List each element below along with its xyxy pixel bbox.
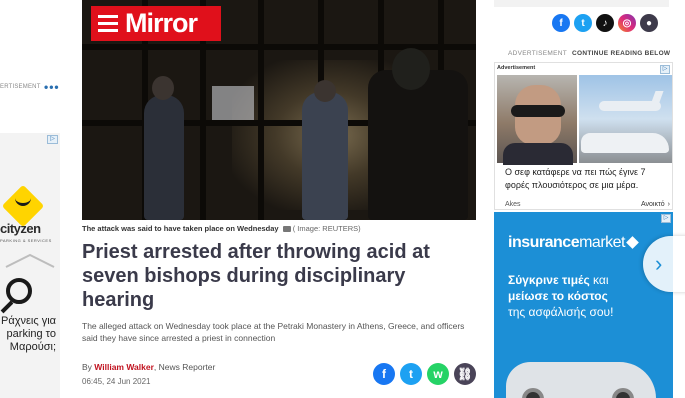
chevron-up-icon — [5, 253, 55, 268]
ad-photo-man — [497, 75, 577, 165]
author-link[interactable]: William Walker — [94, 362, 154, 372]
left-ad-text: Ράχνεις για parking το Μαρούσι; — [1, 315, 56, 353]
camera-icon — [282, 226, 291, 233]
facebook-icon[interactable]: f — [552, 14, 570, 32]
article-headline: Priest arrested after throwing acid at s… — [82, 241, 430, 311]
left-advert[interactable]: ▷ cityzen PARKING & SERVICES Ράχνεις για… — [0, 133, 60, 398]
ad-open-button[interactable]: Ανοικτό › — [641, 201, 670, 208]
share-whatsapp-icon[interactable]: w — [427, 363, 449, 385]
cityzen-tagline: PARKING & SERVICES — [0, 238, 52, 243]
author-role: , News Reporter — [153, 362, 216, 372]
image-caption: The attack was said to have taken place … — [82, 224, 361, 233]
chevron-right-icon: › — [667, 201, 670, 208]
social-links: f t ♪ ◎ ● — [552, 14, 658, 32]
advertisement-label: Advertisement — [497, 65, 536, 71]
ad-footer: Akes Ανοικτό › — [505, 201, 670, 208]
left-rail: ERTISEMENT ••• ▷ cityzen PARKING & SERVI… — [0, 0, 62, 398]
menu-icon[interactable] — [91, 6, 125, 41]
ad-header: ADVERTISEMENT CONTINUE READING BELOW — [508, 50, 671, 57]
right-rail: f t ♪ ◎ ● ADVERTISEMENT CONTINUE READING … — [494, 0, 685, 398]
magnifier-handle-icon — [0, 300, 14, 314]
insurance-tagline: Σύγκρινε τιμές και μείωσε το κόστος της … — [508, 273, 614, 319]
share-twitter-icon[interactable]: t — [400, 363, 422, 385]
ad-choices-icon[interactable]: ▷ — [47, 135, 58, 144]
left-ad-label: ERTISEMENT — [0, 84, 41, 90]
advert-insurancemarket[interactable]: ▷ insurancemarket Σύγκρινε τιμές και μεί… — [494, 212, 673, 398]
ad-headline[interactable]: Ο σεφ κατάφερε να πει πώς έγινε 7 φορές … — [505, 166, 670, 192]
article-page: ERTISEMENT ••• ▷ cityzen PARKING & SERVI… — [0, 0, 685, 398]
more-options-icon[interactable]: ••• — [44, 80, 60, 94]
continue-reading-link[interactable]: CONTINUE READING BELOW — [572, 50, 670, 57]
ad-source: Akes — [505, 201, 521, 208]
heart-icon — [626, 236, 639, 250]
share-bar: f t w ⛓ — [373, 363, 476, 385]
share-facebook-icon[interactable]: f — [373, 363, 395, 385]
article-hero-image[interactable]: Mirror — [82, 0, 476, 220]
article-standfirst: The alleged attack on Wednesday took pla… — [82, 321, 465, 343]
twitter-icon[interactable]: t — [574, 14, 592, 32]
image-credit: ( Image: REUTERS) — [292, 224, 361, 233]
ad-choices-icon[interactable]: ▷ — [661, 214, 671, 223]
tiktok-icon[interactable]: ♪ — [596, 14, 614, 32]
site-logo[interactable]: Mirror — [125, 8, 198, 39]
insurancemarket-logo: insurancemarket — [508, 234, 639, 252]
instagram-icon[interactable]: ◎ — [618, 14, 636, 32]
byline: By William Walker, News Reporter — [82, 362, 216, 372]
copy-link-icon[interactable]: ⛓ — [454, 363, 476, 385]
site-header: Mirror — [91, 6, 221, 41]
cityzen-wordmark: cityzen — [0, 221, 41, 236]
ad-photo-jet-car — [579, 75, 672, 163]
account-icon[interactable]: ● — [640, 14, 658, 32]
ad-choices-icon[interactable]: ▷ — [660, 65, 670, 74]
advert-native[interactable]: Advertisement ▷ Ο σεφ κατάφερε να πει πώ… — [494, 62, 673, 210]
publish-timestamp: 06:45, 24 Jun 2021 — [82, 377, 151, 386]
article-main: Mirror The attack was said to have taken… — [82, 0, 476, 398]
